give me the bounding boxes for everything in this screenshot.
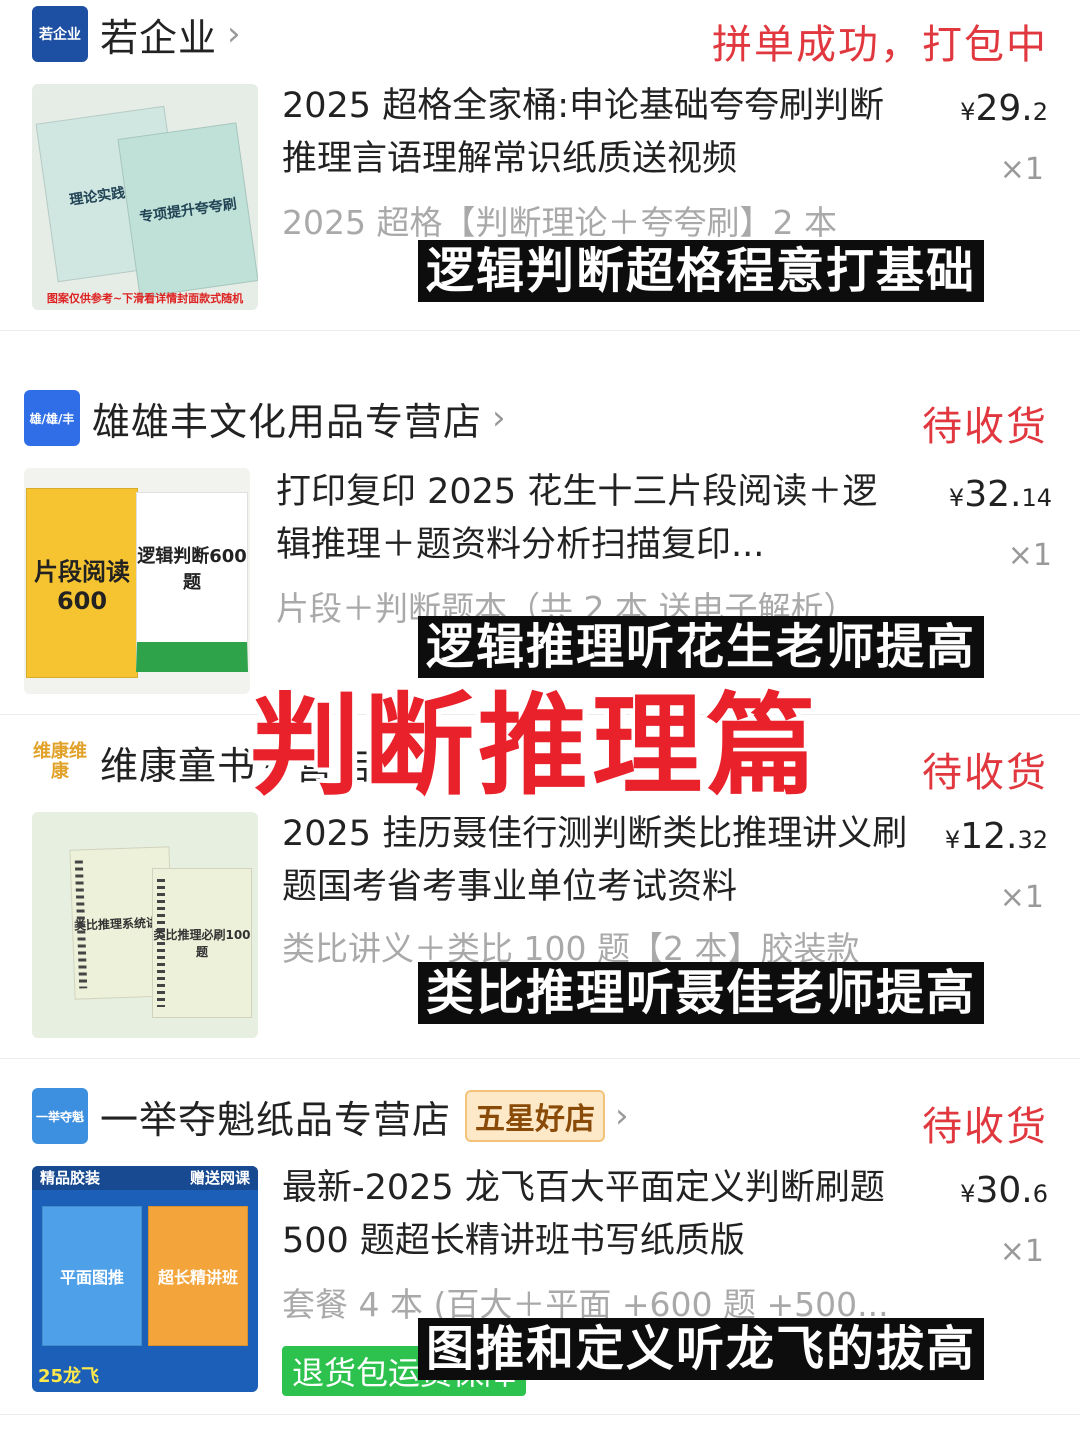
thumb-footer: 图案仅供参考~下滑看详情封面款式随机: [46, 292, 244, 305]
shop-header[interactable]: 一举夺魁 一举夺魁纸品专营店 五星好店 ›: [32, 1088, 629, 1144]
book-cover: 超长精讲班: [148, 1206, 248, 1346]
product-title[interactable]: 2025 挂历聂佳行测判断类比推理讲义刷题国考省考事业单位考试资料: [282, 808, 912, 914]
order-status: 待收货: [922, 750, 1048, 796]
product-price: ¥32.14: [948, 474, 1052, 515]
divider: [0, 1414, 1080, 1415]
thumb-tags: 精品胶装 赠送网课: [32, 1166, 258, 1190]
shop-logo: 若企业: [32, 6, 88, 62]
shop-name[interactable]: 一举夺魁纸品专营店: [100, 1089, 451, 1144]
thumb-footer: 25龙飞: [38, 1366, 100, 1387]
product-title[interactable]: 打印复印 2025 花生十三片段阅读＋逻辑推理＋题资料分析扫描复印...: [276, 466, 906, 572]
product-thumbnail[interactable]: 精品胶装 赠送网课 平面图推 超长精讲班 25龙飞: [32, 1166, 258, 1392]
product-price: ¥29.2: [960, 88, 1048, 129]
overlay-title: 判断推理篇: [250, 682, 820, 810]
book-cover: 专项提升夸夸刷: [117, 122, 258, 298]
shop-name[interactable]: 若企业: [100, 7, 217, 62]
product-thumbnail[interactable]: 类比推理系统讲义 类比推理必刷100题: [32, 812, 258, 1038]
order-status: 待收货: [922, 404, 1048, 450]
chevron-right-icon[interactable]: ›: [492, 398, 506, 438]
book-cover: 平面图推: [42, 1206, 142, 1346]
shop-logo: 一举夺魁: [32, 1088, 88, 1144]
divider: [0, 1058, 1080, 1059]
shop-logo: 雄/雄/丰: [24, 390, 80, 446]
caption-overlay: 类比推理听聂佳老师提高: [418, 962, 985, 1024]
product-title[interactable]: 2025 超格全家桶:申论基础夸夸刷判断推理言语理解常识纸质送视频: [282, 80, 912, 186]
product-quantity: ×1: [999, 152, 1044, 187]
product-quantity: ×1: [1007, 538, 1052, 573]
book-cover: 类比推理必刷100题: [152, 868, 252, 1018]
product-thumbnail[interactable]: 理论实践讲义 专项提升夸夸刷 图案仅供参考~下滑看详情封面款式随机: [32, 84, 258, 310]
product-quantity: ×1: [999, 1234, 1044, 1269]
book-cover: 片段阅读600: [26, 488, 138, 678]
product-variant: 2025 超格【判断理论＋夸夸刷】2 本: [282, 203, 837, 242]
product-price: ¥30.6: [960, 1170, 1048, 1211]
shop-logo: 维康维康: [32, 734, 88, 790]
product-thumbnail[interactable]: 片段阅读600 逻辑判断600题: [24, 468, 250, 694]
caption-overlay: 图推和定义听龙飞的拔高: [418, 1318, 985, 1380]
product-price: ¥12.32: [944, 816, 1048, 857]
chevron-right-icon[interactable]: ›: [615, 1096, 629, 1136]
shop-name[interactable]: 雄雄丰文化用品专营店: [92, 391, 482, 446]
product-title[interactable]: 最新-2025 龙飞百大平面定义判断刷题 500 题超长精讲班书写纸质版: [282, 1162, 912, 1268]
shop-header[interactable]: 若企业 若企业 ›: [32, 6, 241, 62]
five-star-shop-badge: 五星好店: [465, 1090, 606, 1142]
order-status: 拼单成功，打包中: [712, 22, 1048, 68]
caption-overlay: 逻辑判断超格程意打基础: [418, 240, 985, 302]
divider: [0, 330, 1080, 331]
chevron-right-icon[interactable]: ›: [227, 14, 241, 54]
book-cover: 逻辑判断600题: [136, 492, 248, 672]
order-status: 待收货: [922, 1104, 1048, 1150]
product-quantity: ×1: [999, 880, 1044, 915]
shop-header[interactable]: 雄/雄/丰 雄雄丰文化用品专营店 ›: [24, 390, 506, 446]
